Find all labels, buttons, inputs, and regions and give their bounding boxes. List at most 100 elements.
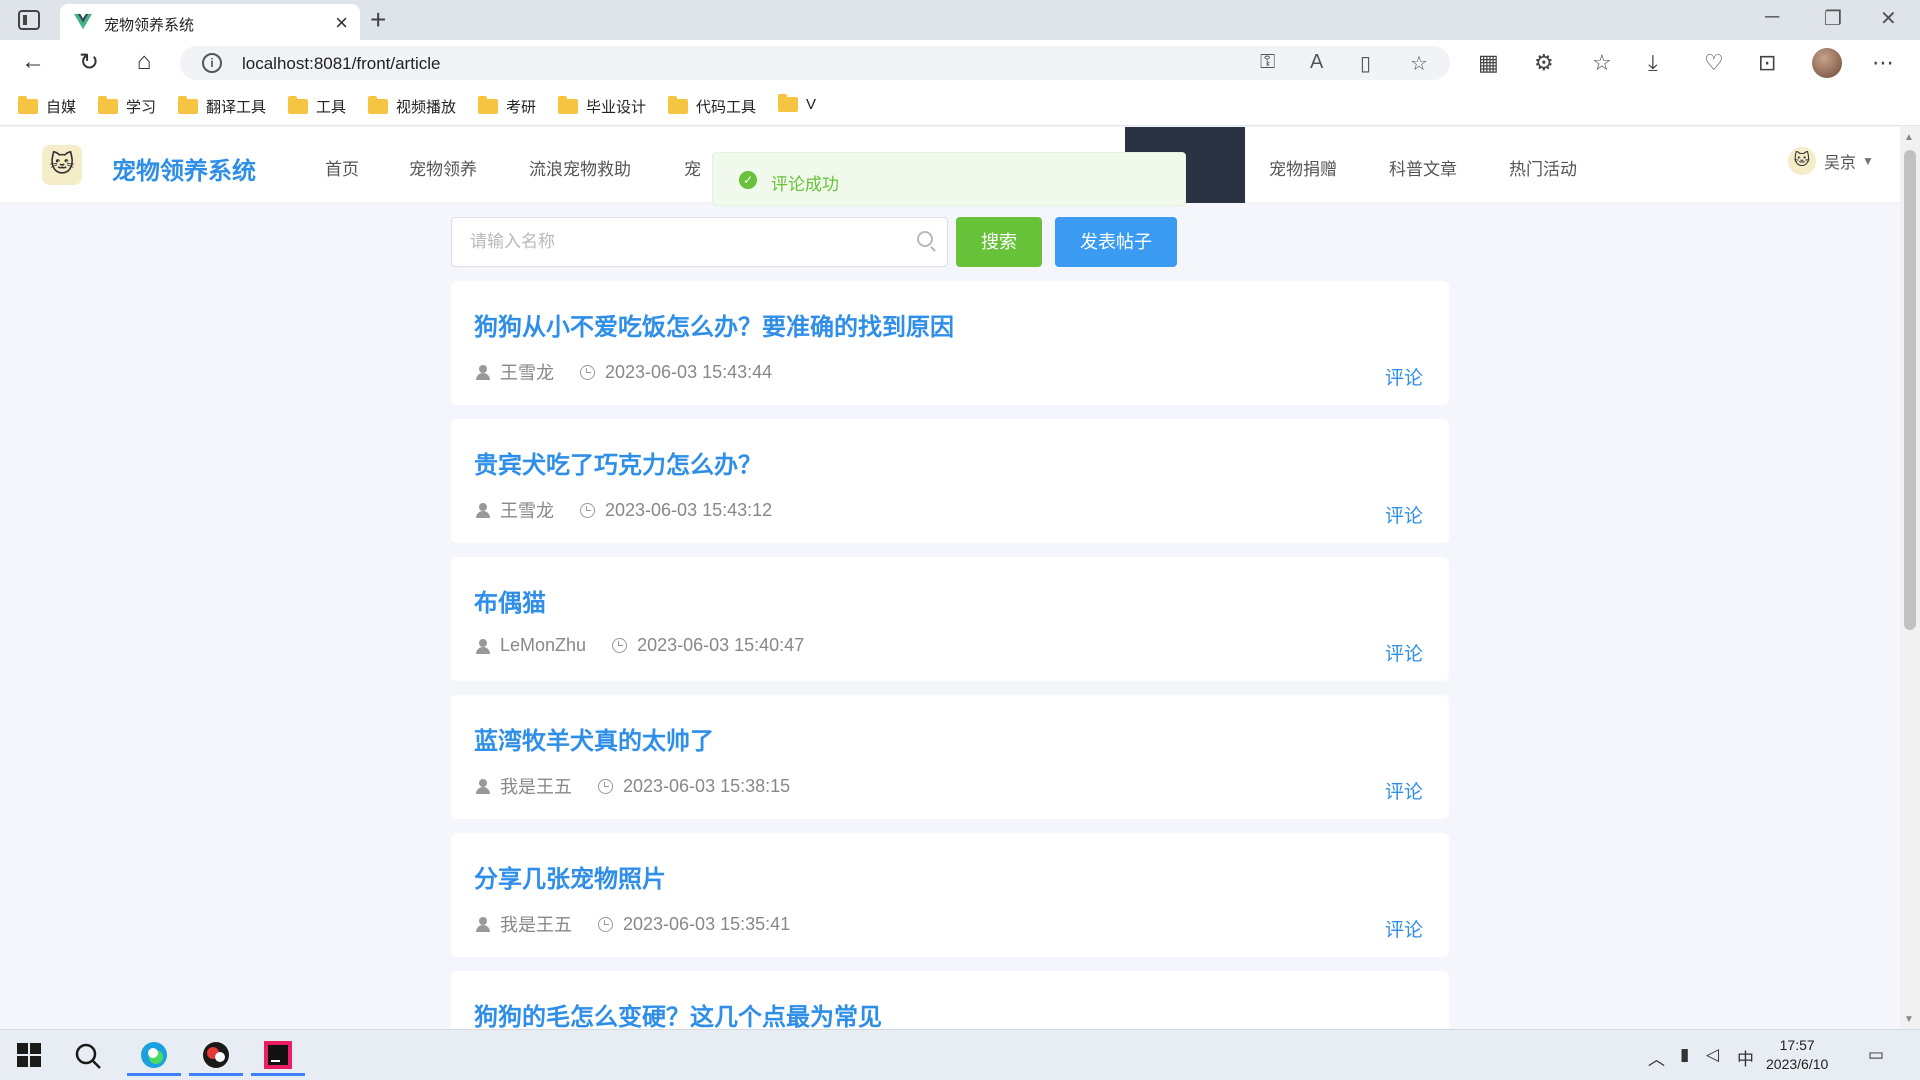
reader-view-icon[interactable]: ▯ [1360, 51, 1371, 76]
screenshot-icon[interactable]: ⊡ [1758, 50, 1776, 76]
tab-actions-icon[interactable] [18, 10, 40, 30]
url-text[interactable]: localhost:8081/front/article [242, 54, 440, 74]
article-meta: 王雪龙 2023-06-03 15:43:12 [476, 497, 772, 523]
nav-home[interactable]: 首页 [325, 155, 359, 180]
article-card: 布偶猫 LeMonZhu 2023-06-03 15:40:47 评论 [451, 557, 1449, 681]
clock-icon [580, 364, 595, 380]
comment-link[interactable]: 评论 [1385, 363, 1423, 390]
user-icon [476, 779, 490, 794]
home-icon[interactable]: ⌂ [129, 48, 159, 76]
collections-icon[interactable]: ▦ [1478, 50, 1499, 76]
nav-donation[interactable]: 宠物捐赠 [1269, 155, 1337, 180]
article-card: 蓝湾牧羊犬真的太帅了 我是王五 2023-06-03 15:38:15 评论 [451, 695, 1449, 819]
download-icon[interactable]: ⤓ [1648, 50, 1658, 76]
bookmark-folder[interactable]: 工具 [288, 96, 346, 117]
folder-icon [18, 96, 38, 114]
vue-logo-icon [74, 13, 92, 30]
nav-stray-rescue[interactable]: 流浪宠物救助 [529, 155, 631, 180]
article-time: 2023-06-03 15:43:44 [605, 361, 773, 382]
favorite-star-icon[interactable]: ☆ [1410, 51, 1428, 76]
notification-icon[interactable]: ▭ [1868, 1045, 1884, 1065]
nav-partial[interactable]: 宠 [684, 155, 701, 180]
article-card: 贵宾犬吃了巧克力怎么办？ 王雪龙 2023-06-03 15:43:12 评论 [451, 419, 1449, 543]
article-author: 王雪龙 [500, 363, 554, 383]
folder-icon [368, 96, 388, 114]
comment-link[interactable]: 评论 [1385, 639, 1423, 666]
browser-tab[interactable]: 宠物领养系统 × [60, 4, 360, 40]
read-aloud-icon[interactable]: A [1310, 51, 1323, 74]
favorites-icon[interactable]: ☆ [1592, 50, 1612, 76]
clock-icon [598, 916, 613, 932]
ime-indicator[interactable]: 中 [1737, 1045, 1754, 1070]
article-author: 王雪龙 [500, 501, 554, 521]
toast-message: 评论成功 [771, 175, 839, 194]
bookmark-folder[interactable]: V [778, 94, 816, 113]
clock-icon [612, 638, 628, 653]
more-menu-icon[interactable]: ⋯ [1872, 50, 1894, 76]
refresh-icon[interactable]: ↻ [74, 48, 104, 77]
article-card: 狗狗从小不爱吃饭怎么办？要准确的找到原因 王雪龙 2023-06-03 15:4… [451, 281, 1449, 405]
article-card: 狗狗的毛怎么变硬？这几个点最为常见 [451, 971, 1449, 1029]
article-card: 分享几张宠物照片 我是王五 2023-06-03 15:35:41 评论 [451, 833, 1449, 957]
minimize-icon[interactable]: ─ [1765, 6, 1779, 29]
search-icon[interactable] [74, 1042, 102, 1070]
article-title[interactable]: 狗狗从小不爱吃饭怎么办？要准确的找到原因 [474, 307, 954, 342]
user-icon [476, 638, 490, 654]
article-title[interactable]: 布偶猫 [474, 583, 546, 618]
key-icon[interactable]: ⚿ [1260, 51, 1275, 74]
post-article-button[interactable]: 发表帖子 [1055, 217, 1177, 267]
nav-adoption[interactable]: 宠物领养 [409, 155, 477, 180]
comment-link[interactable]: 评论 [1385, 777, 1423, 804]
comment-link[interactable]: 评论 [1385, 915, 1423, 942]
scrollbar-thumb[interactable] [1904, 150, 1916, 630]
site-info-icon[interactable]: i [202, 53, 222, 73]
app-taskbar-button[interactable] [189, 1036, 243, 1076]
tab-close-icon[interactable]: × [335, 10, 348, 36]
edge-taskbar-button[interactable] [127, 1036, 181, 1076]
article-title[interactable]: 贵宾犬吃了巧克力怎么办？ [474, 445, 762, 480]
system-clock[interactable]: 17:57 2023/6/10 [1766, 1036, 1828, 1074]
bookmark-folder[interactable]: 考研 [478, 96, 536, 117]
volume-icon[interactable]: ◁ [1706, 1045, 1719, 1065]
search-icon[interactable] [917, 231, 933, 247]
restore-icon[interactable]: ❐ [1824, 6, 1842, 31]
chevron-up-icon[interactable]: ︿ [1648, 1045, 1665, 1070]
bookmark-folder[interactable]: 学习 [98, 96, 156, 117]
nav-articles[interactable]: 科普文章 [1389, 155, 1457, 180]
ide-taskbar-button[interactable] [251, 1036, 305, 1076]
browser-tabstrip: 宠物领养系统 × + ─ ❐ ✕ [0, 0, 1920, 40]
article-title[interactable]: 蓝湾牧羊犬真的太帅了 [474, 721, 714, 756]
new-tab-icon[interactable]: + [370, 4, 386, 36]
bookmark-folder[interactable]: 毕业设计 [558, 96, 646, 117]
microphone-icon[interactable]: ▮ [1680, 1045, 1689, 1065]
article-author: 我是王五 [500, 777, 572, 797]
windows-start-icon[interactable] [16, 1042, 42, 1068]
close-window-icon[interactable]: ✕ [1880, 6, 1897, 31]
browser-essentials-icon[interactable]: ♡ [1704, 50, 1724, 76]
bookmark-folder[interactable]: 自媒 [18, 96, 76, 117]
article-title[interactable]: 分享几张宠物照片 [474, 859, 666, 894]
extensions-icon[interactable]: ⚙ [1534, 50, 1554, 76]
comment-link[interactable]: 评论 [1385, 501, 1423, 528]
profile-avatar[interactable] [1812, 48, 1842, 78]
pet-logo-icon[interactable]: 🐱 [42, 145, 82, 185]
search-button[interactable]: 搜索 [956, 217, 1042, 267]
success-toast: ✓ 评论成功 [712, 152, 1186, 206]
user-menu[interactable]: 🐱 吴京 ▼ [1788, 147, 1874, 175]
folder-icon [668, 96, 688, 114]
url-field[interactable]: i localhost:8081/front/article ⚿ A ▯ ☆ [180, 46, 1450, 80]
back-icon[interactable]: ← [18, 48, 48, 76]
bookmark-folder[interactable]: 视频播放 [368, 96, 456, 117]
article-title[interactable]: 狗狗的毛怎么变硬？这几个点最为常见 [474, 997, 882, 1029]
clock-date: 2023/6/10 [1766, 1056, 1829, 1072]
bookmark-folder[interactable]: 翻译工具 [178, 96, 266, 117]
folder-icon [558, 96, 578, 114]
scroll-up-icon[interactable]: ▲ [1904, 132, 1914, 143]
scroll-down-icon[interactable]: ▼ [1904, 1014, 1914, 1025]
edge-icon [141, 1042, 167, 1068]
search-input[interactable] [470, 218, 890, 266]
tab-title: 宠物领养系统 [104, 17, 195, 34]
site-title[interactable]: 宠物领养系统 [112, 151, 256, 186]
bookmark-folder[interactable]: 代码工具 [668, 96, 756, 117]
nav-events[interactable]: 热门活动 [1509, 155, 1577, 180]
